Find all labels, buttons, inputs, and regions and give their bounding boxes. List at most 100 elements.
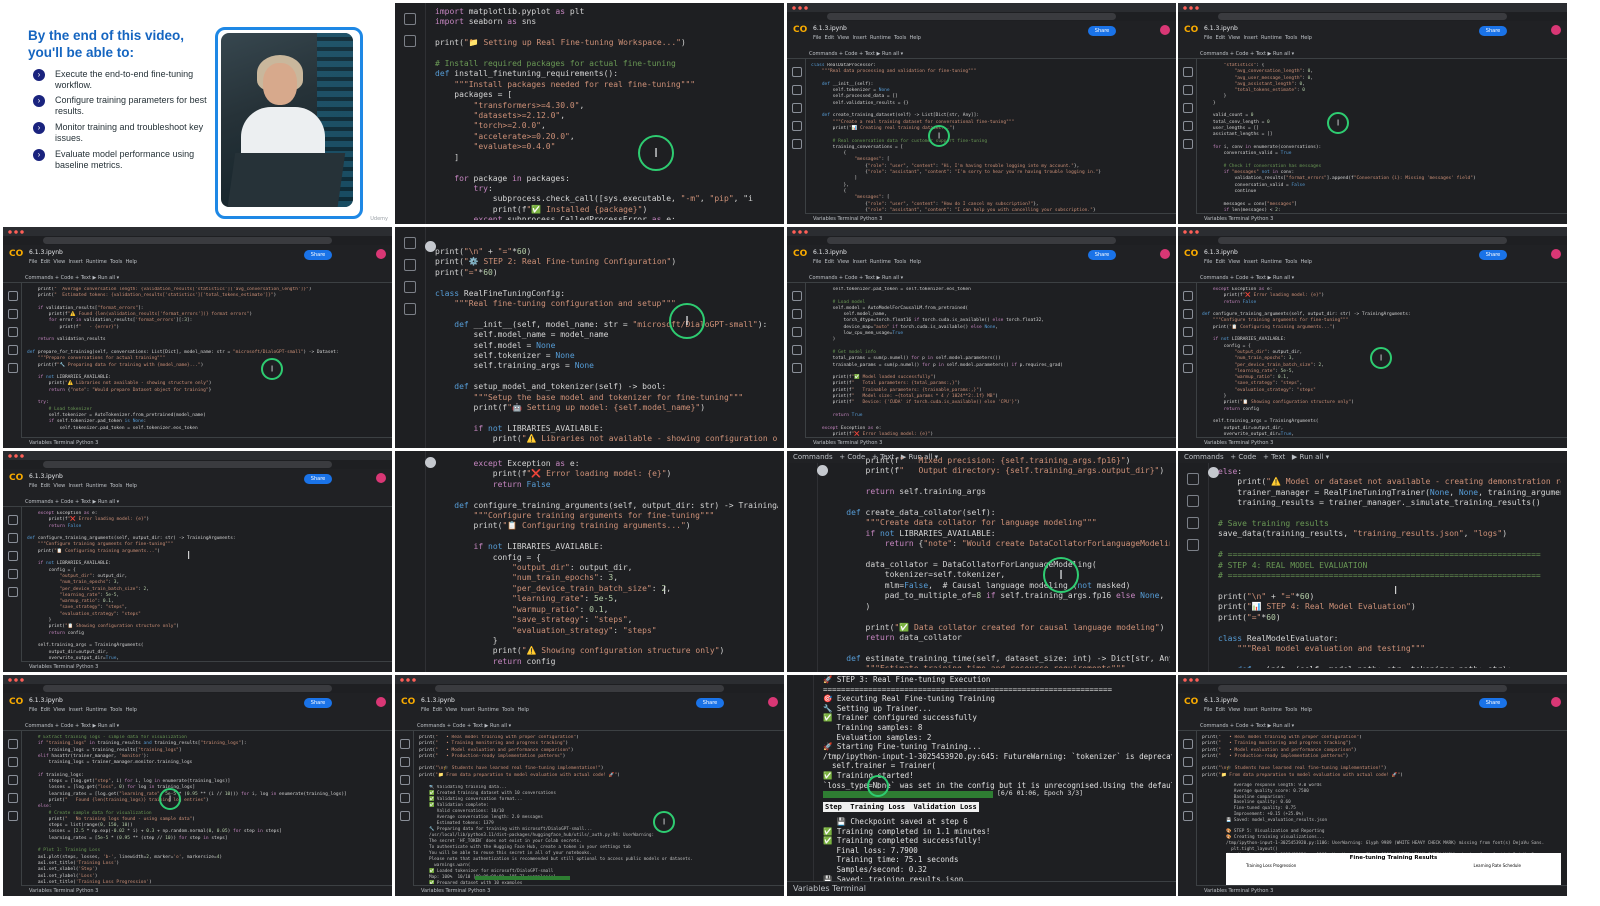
avatar[interactable]: [376, 473, 386, 483]
menu-bar[interactable]: File Edit View Insert Runtime Tools Help: [29, 259, 137, 265]
code-cell[interactable]: except Exception as e: print(f"❌ Error l…: [435, 459, 778, 668]
window-controls[interactable]: [7, 454, 25, 458]
toc-icon[interactable]: [1183, 67, 1193, 77]
code-cell[interactable]: print("\n" + "="*60) print("⚙️ STEP 2: Re…: [435, 247, 778, 444]
code-icon[interactable]: [1183, 793, 1193, 803]
address-bar[interactable]: [1218, 237, 1507, 244]
key-icon[interactable]: [8, 551, 18, 561]
search-icon[interactable]: [1187, 473, 1199, 485]
folder-icon[interactable]: [792, 363, 802, 373]
toolbar[interactable]: Commands + Code + Text ▶ Run all ▾: [787, 49, 1176, 59]
key-icon[interactable]: [1183, 775, 1193, 785]
share-button[interactable]: Share: [1479, 250, 1507, 260]
address-bar[interactable]: [827, 13, 1116, 20]
toc-icon[interactable]: [8, 739, 18, 749]
avatar[interactable]: [1160, 25, 1170, 35]
code-icon[interactable]: [404, 281, 416, 293]
code-cell[interactable]: print(f" Mixed precision: {self.training…: [827, 456, 1170, 668]
code-icon[interactable]: [8, 793, 18, 803]
folder-icon[interactable]: [8, 587, 18, 597]
folder-icon[interactable]: [8, 811, 18, 821]
avatar[interactable]: [376, 249, 386, 259]
avatar[interactable]: [1551, 697, 1561, 707]
search-icon[interactable]: [404, 259, 416, 271]
notebook-name[interactable]: 6.1.3.ipynb: [813, 25, 847, 32]
key-icon[interactable]: [8, 327, 18, 337]
share-button[interactable]: Share: [304, 474, 332, 484]
menu-bar[interactable]: File Edit View Insert Runtime Tools Help: [813, 259, 921, 265]
code-cell[interactable]: "statistics": { "avg_conversation_length…: [1202, 63, 1559, 212]
toc-icon[interactable]: [1183, 291, 1193, 301]
address-bar[interactable]: [1218, 13, 1507, 20]
avatar[interactable]: [768, 697, 778, 707]
code-icon[interactable]: [8, 569, 18, 579]
colab-logo-icon[interactable]: CO: [9, 697, 23, 707]
code-icon[interactable]: [792, 345, 802, 355]
notebook-name[interactable]: 6.1.3.ipynb: [813, 249, 847, 256]
toolbar[interactable]: Commands + Code + Text ▶ Run all ▾: [787, 273, 1176, 283]
share-button[interactable]: Share: [1088, 26, 1116, 36]
window-controls[interactable]: [1182, 678, 1200, 682]
toc-icon[interactable]: [792, 67, 802, 77]
notebook-name[interactable]: 6.1.3.ipynb: [1204, 697, 1238, 704]
code-cell[interactable]: print(" • Real model training with prope…: [1202, 735, 1559, 783]
folder-icon[interactable]: [792, 139, 802, 149]
address-bar[interactable]: [1218, 685, 1507, 692]
share-button[interactable]: Share: [696, 698, 724, 708]
code-icon[interactable]: [1183, 121, 1193, 131]
code-cell[interactable]: print(" Average conversation length: {va…: [27, 287, 384, 436]
toc-icon[interactable]: [8, 291, 18, 301]
search-icon[interactable]: [8, 309, 18, 319]
menu-bar[interactable]: File Edit View Insert Runtime Tools Help: [813, 35, 921, 41]
notebook-name[interactable]: 6.1.3.ipynb: [421, 697, 455, 704]
search-icon[interactable]: [1183, 85, 1193, 95]
menu-bar[interactable]: File Edit View Insert Runtime Tools Help: [29, 707, 137, 713]
search-icon[interactable]: [792, 309, 802, 319]
code-cell[interactable]: # Extract training logs - simple data fo…: [27, 735, 384, 884]
folder-icon[interactable]: [1183, 811, 1193, 821]
folder-icon[interactable]: [400, 811, 410, 821]
key-icon[interactable]: [400, 775, 410, 785]
code-cell[interactable]: class RealDataProcessor: """Real data pr…: [811, 63, 1168, 212]
avatar[interactable]: [1551, 249, 1561, 259]
toolbar[interactable]: Commands + Code + Text ▶ Run all ▾: [395, 721, 784, 731]
toolbar[interactable]: Commands + Code + Text ▶ Run all ▾: [3, 273, 392, 283]
key-icon[interactable]: [1183, 103, 1193, 113]
menu-bar[interactable]: File Edit View Insert Runtime Tools Help: [1204, 35, 1312, 41]
code-icon[interactable]: [792, 121, 802, 131]
folder-icon[interactable]: [1187, 539, 1199, 551]
code-cell[interactable]: import matplotlib.pyplot as plt import se…: [435, 7, 778, 220]
code-cell[interactable]: else: print("⚠️ Model or dataset not ava…: [1218, 467, 1561, 668]
toc-icon[interactable]: [1183, 739, 1193, 749]
code-cell[interactable]: print(" • Real model training with prope…: [419, 735, 776, 783]
code-cell[interactable]: self.tokenizer.pad_token = self.tokenize…: [811, 287, 1168, 436]
code-cell[interactable]: except Exception as e: print(f"❌ Error l…: [27, 511, 384, 660]
colab-logo-icon[interactable]: CO: [793, 25, 807, 35]
key-icon[interactable]: [8, 775, 18, 785]
code-icon[interactable]: [1187, 517, 1199, 529]
window-controls[interactable]: [1182, 230, 1200, 234]
search-icon[interactable]: [8, 533, 18, 543]
folder-icon[interactable]: [1183, 139, 1193, 149]
menu-bar[interactable]: File Edit View Insert Runtime Tools Help: [1204, 259, 1312, 265]
address-bar[interactable]: [827, 237, 1116, 244]
menu-bar[interactable]: File Edit View Insert Runtime Tools Help: [421, 707, 529, 713]
notebook-name[interactable]: 6.1.3.ipynb: [29, 697, 63, 704]
code-icon[interactable]: [8, 345, 18, 355]
notebook-name[interactable]: 6.1.3.ipynb: [1204, 25, 1238, 32]
notebook-name[interactable]: 6.1.3.ipynb: [29, 473, 63, 480]
search-icon[interactable]: [1183, 309, 1193, 319]
folder-icon[interactable]: [404, 303, 416, 315]
menu-bar[interactable]: File Edit View Insert Runtime Tools Help: [29, 483, 137, 489]
search-icon[interactable]: [8, 757, 18, 767]
window-controls[interactable]: [7, 678, 25, 682]
window-controls[interactable]: [7, 230, 25, 234]
folder-icon[interactable]: [404, 35, 416, 47]
key-icon[interactable]: [1183, 327, 1193, 337]
folder-icon[interactable]: [8, 363, 18, 373]
share-button[interactable]: Share: [1088, 250, 1116, 260]
share-button[interactable]: Share: [304, 698, 332, 708]
colab-logo-icon[interactable]: CO: [1184, 697, 1198, 707]
toc-icon[interactable]: [400, 739, 410, 749]
colab-logo-icon[interactable]: CO: [1184, 25, 1198, 35]
